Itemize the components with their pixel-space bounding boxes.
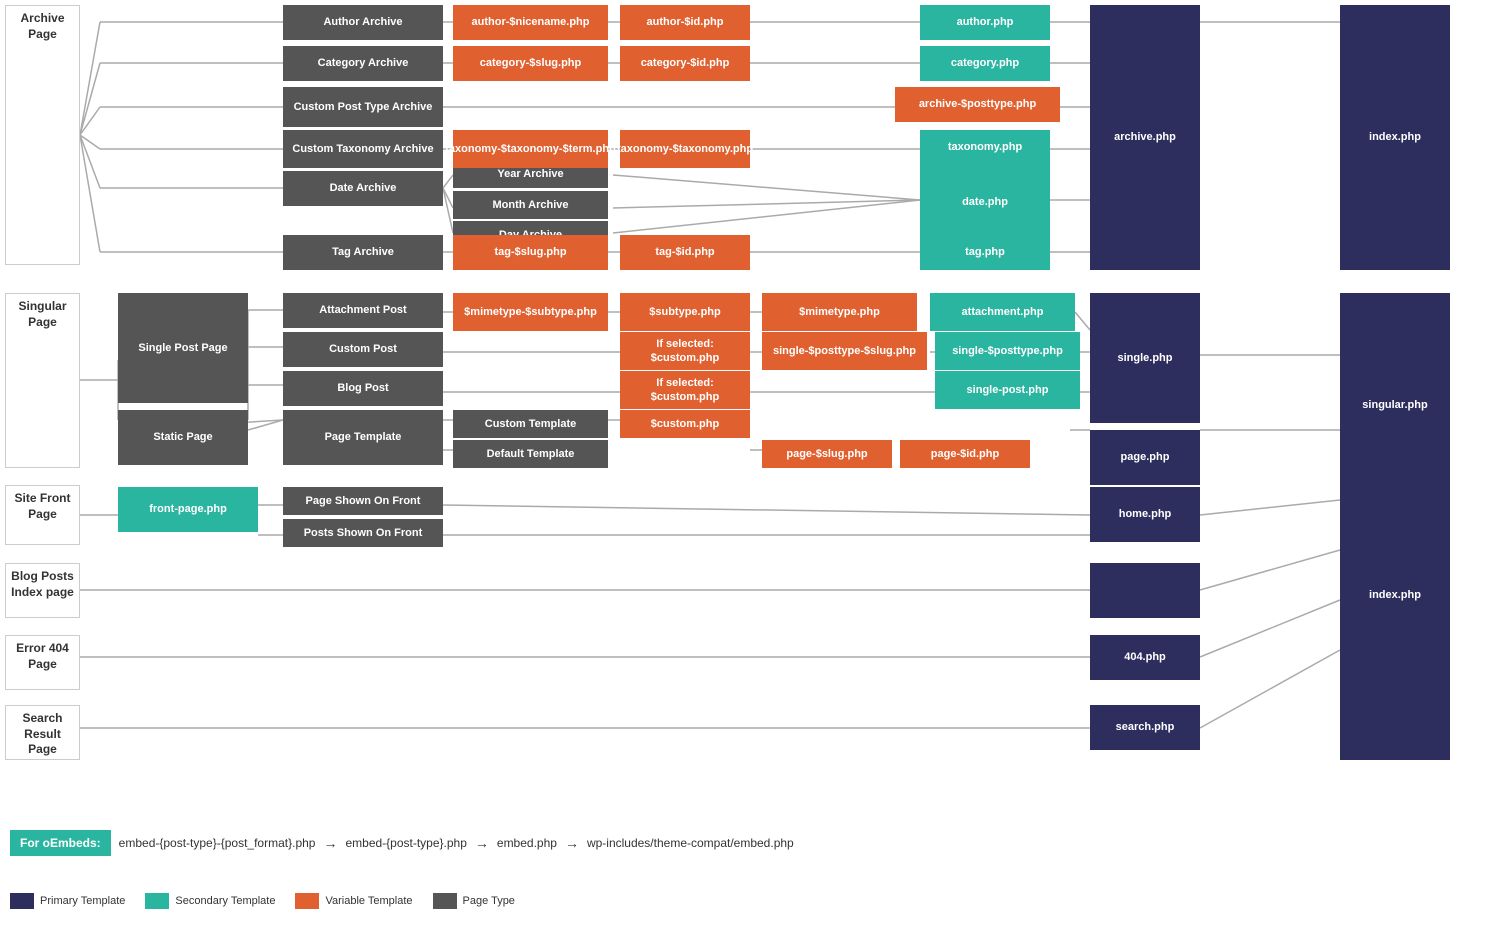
search-php-node: search.php	[1090, 705, 1200, 750]
arrow-3: →	[565, 835, 579, 851]
tag-slug-node: tag-$slug.php	[453, 235, 608, 270]
blog-post-node: Blog Post	[283, 371, 443, 406]
category-slug-node: category-$slug.php	[453, 46, 608, 81]
legend-page-type-box	[433, 893, 457, 909]
single-posttype-slug-node: single-$posttype-$slug.php	[762, 332, 927, 370]
if-selected-custom2-node: If selected: $custom.php	[620, 371, 750, 409]
legend-variable-label: Variable Template	[325, 895, 412, 907]
legend-page-type-label: Page Type	[463, 895, 515, 907]
month-archive-node: Month Archive	[453, 191, 608, 219]
subtype-php-node: $subtype.php	[620, 293, 750, 331]
category-id-node: category-$id.php	[620, 46, 750, 81]
embed-label: For oEmbeds:	[10, 830, 111, 856]
diagram-container: Archive Page Author Archive Category Arc…	[0, 0, 1500, 934]
single-php-node: single.php	[1090, 293, 1200, 423]
custom-post-node: Custom Post	[283, 332, 443, 367]
single-posttype-node: single-$posttype.php	[935, 332, 1080, 370]
mimetype-php-node: $mimetype.php	[762, 293, 917, 331]
if-selected-custom1-node: If selected: $custom.php	[620, 332, 750, 370]
attachment-post-node: Attachment Post	[283, 293, 443, 328]
tag-php-node: tag.php	[920, 235, 1050, 270]
singular-page-label: Singular Page	[5, 293, 80, 468]
arrow-1: →	[323, 835, 337, 851]
legend-page-type: Page Type	[433, 893, 515, 909]
archive-php-node: archive.php	[1090, 5, 1200, 270]
custom-template-node: Custom Template	[453, 410, 608, 438]
legend-primary-box	[10, 893, 34, 909]
embed-item-1: embed-{post-type}-{post_format}.php	[119, 836, 316, 850]
posts-shown-on-front-node: Posts Shown On Front	[283, 519, 443, 547]
legend: Primary Template Secondary Template Vari…	[10, 893, 515, 909]
legend-variable-box	[295, 893, 319, 909]
embed-item-4: wp-includes/theme-compat/embed.php	[587, 836, 794, 850]
taxonomy-tax-node: taxonomy-$taxonomy.php	[620, 130, 750, 168]
custom-post-archive-node: Custom Post Type Archive	[283, 87, 443, 127]
legend-secondary: Secondary Template	[145, 893, 275, 909]
single-post-php-node: single-post.php	[935, 371, 1080, 409]
page-id-node: page-$id.php	[900, 440, 1030, 468]
author-nicename-node: author-$nicename.php	[453, 5, 608, 40]
error-404-label: Error 404 Page	[5, 635, 80, 690]
embed-bar: For oEmbeds: embed-{post-type}-{post_for…	[10, 830, 794, 856]
index-php-archive-node: index.php	[1340, 5, 1450, 270]
search-result-label: Search Result Page	[5, 705, 80, 760]
single-post-page-node: Single Post Page	[118, 293, 248, 403]
blog-posts-index-label: Blog Posts Index page	[5, 563, 80, 618]
category-php-node: category.php	[920, 46, 1050, 81]
front-page-php-node: front-page.php	[118, 487, 258, 532]
taxonomy-php-node: taxonomy.php	[920, 130, 1050, 165]
tag-archive-node: Tag Archive	[283, 235, 443, 270]
connectors-svg	[0, 0, 1500, 934]
default-template-node: Default Template	[453, 440, 608, 468]
author-php-node: author.php	[920, 5, 1050, 40]
legend-primary: Primary Template	[10, 893, 125, 909]
home-php-node: home.php	[1090, 487, 1200, 542]
category-archive-node: Category Archive	[283, 46, 443, 81]
date-archive-node: Date Archive	[283, 171, 443, 206]
legend-secondary-label: Secondary Template	[175, 895, 275, 907]
arrow-2: →	[475, 835, 489, 851]
author-archive-node: Author Archive	[283, 5, 443, 40]
site-front-page-label: Site Front Page	[5, 485, 80, 545]
page-shown-on-front-node: Page Shown On Front	[283, 487, 443, 515]
page-template-node: Page Template	[283, 410, 443, 465]
not-found-php-node: 404.php	[1090, 635, 1200, 680]
date-php-node: date.php	[920, 165, 1050, 240]
legend-secondary-box	[145, 893, 169, 909]
tag-id-node: tag-$id.php	[620, 235, 750, 270]
taxonomy-term-node: taxonomy-$taxonomy-$term.php	[453, 130, 608, 168]
static-page-node: Static Page	[118, 410, 248, 465]
custom-php-node: $custom.php	[620, 410, 750, 438]
legend-variable: Variable Template	[295, 893, 412, 909]
blog-index-dark-node	[1090, 563, 1200, 618]
legend-primary-label: Primary Template	[40, 895, 125, 907]
index-php2-node: index.php	[1340, 430, 1450, 760]
mimetype-subtype-node: $mimetype-$subtype.php	[453, 293, 608, 331]
archive-page-label: Archive Page	[5, 5, 80, 265]
page-php-node: page.php	[1090, 430, 1200, 485]
custom-tax-archive-node: Custom Taxonomy Archive	[283, 130, 443, 168]
archive-posttype-node: archive-$posttype.php	[895, 87, 1060, 122]
embed-item-2: embed-{post-type}.php	[345, 836, 466, 850]
embed-item-3: embed.php	[497, 836, 557, 850]
attachment-php-node: attachment.php	[930, 293, 1075, 331]
page-slug-node: page-$slug.php	[762, 440, 892, 468]
author-id-node: author-$id.php	[620, 5, 750, 40]
